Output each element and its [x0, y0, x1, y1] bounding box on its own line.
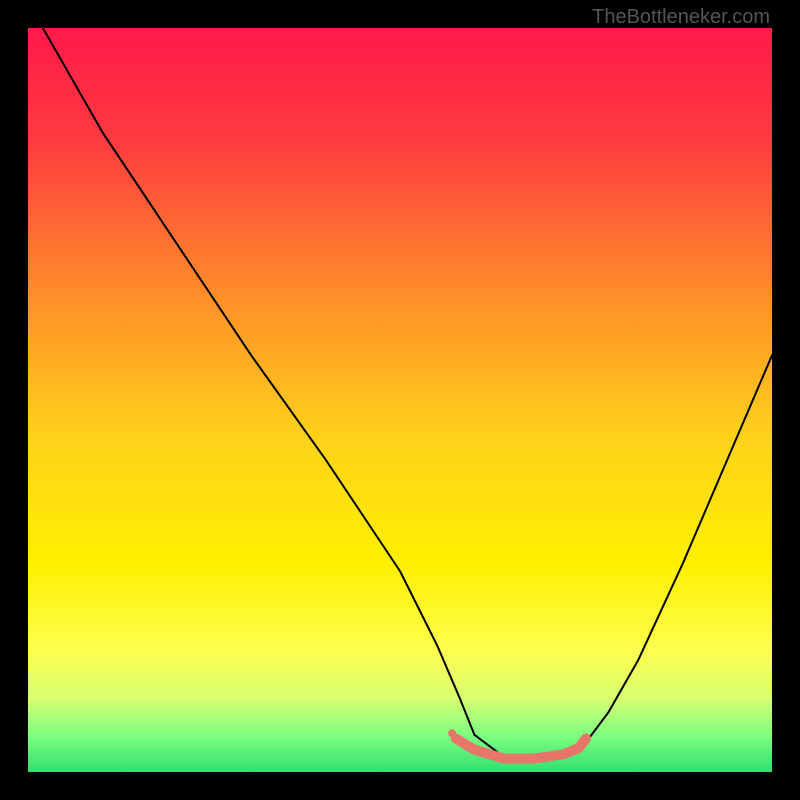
plot-area: [28, 28, 772, 772]
watermark-text: TheBottleneker.com: [592, 6, 770, 29]
chart-container: TheBottleneker.com: [0, 0, 800, 800]
bottleneck-curve: [43, 28, 772, 757]
chart-curves: [28, 28, 772, 772]
optimal-start-dot: [448, 729, 456, 737]
optimal-range-highlight: [456, 739, 586, 759]
